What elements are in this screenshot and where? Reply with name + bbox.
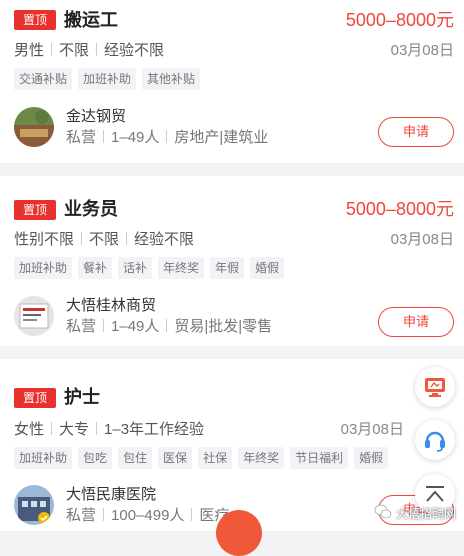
education-req: 不限 [89,231,120,248]
company-industry: 贸易|批发|零售 [174,318,273,335]
benefit-tag: 餐补 [78,257,113,279]
education-req: 大专 [59,421,90,438]
company-type: 私营 [66,507,97,524]
company-name: 大悟民康医院 [66,486,157,503]
benefit-tags: 加班补助 餐补 话补 年终奖 年假 婚假 [14,257,285,279]
job-card[interactable]: 置顶 搬运工 5000–8000元 男性 不限 经验不限 03月08日 交通补贴 加… [0,0,464,163]
benefit-tag: 社保 [198,447,233,469]
job-requirements: 性别不限 不限 经验不限 [14,230,194,250]
wechat-icon [374,504,392,523]
company-size: 1–49人 [111,318,160,335]
benefit-tag: 婚假 [250,257,285,279]
company-info: 私营 1–49人 贸易|批发|零售 [66,317,272,337]
job-card[interactable]: 置顶 业务员 5000–8000元 性别不限 不限 经验不限 03月08日 加班补助… [0,176,464,346]
experience-req: 经验不限 [134,231,195,248]
apply-button[interactable]: 申请 [378,307,454,337]
post-date: 03月08日 [390,231,454,248]
education-req: 不限 [59,42,90,59]
salary: 5000–8000元 [345,199,454,219]
benefit-tag: 加班补助 [78,68,137,90]
company-size: 100–499人 [111,507,185,524]
company-industry: 房地产|建筑业 [174,129,269,146]
company-logo [14,296,54,336]
gender-req: 性别不限 [14,231,75,248]
computer-service-icon[interactable] [415,367,455,407]
benefit-tags: 加班补助 包吃 包住 医保 社保 年终奖 节日福利 婚假 [14,447,389,469]
benefit-tag: 加班补助 [14,447,73,469]
post-date: 03月08日 [340,421,404,438]
benefit-tags: 交通补贴 加班补助 其他补贴 [14,68,201,90]
gender-req: 男性 [14,42,45,59]
post-date: 03月08日 [390,42,454,59]
job-requirements: 男性 不限 经验不限 [14,41,164,61]
experience-req: 经验不限 [104,42,165,59]
company-type: 私营 [66,318,97,335]
benefit-tag: 交通补贴 [14,68,73,90]
experience-req: 1–3年工作经验 [104,421,205,438]
watermark-text: 大悟招聘网 [395,507,456,521]
publish-button[interactable] [216,510,262,556]
top-badge: 置顶 [14,10,56,30]
benefit-tag: 包吃 [78,447,113,469]
headset-icon[interactable] [415,420,455,460]
company-type: 私营 [66,129,97,146]
benefit-tag: 加班补助 [14,257,73,279]
job-title: 护士 [64,387,100,407]
benefit-tag: 婚假 [354,447,389,469]
gender-req: 女性 [14,421,45,438]
job-title: 搬运工 [64,10,118,30]
company-name: 金达钢贸 [66,108,127,125]
company-name: 大悟桂林商贸 [66,297,157,314]
benefit-tag: 其他补贴 [142,68,201,90]
benefit-tag: 话补 [118,257,153,279]
top-badge: 置顶 [14,388,56,408]
benefit-tag: 节日福利 [290,447,349,469]
benefit-tag: 年终奖 [238,447,285,469]
salary: 5000–8000元 [345,10,454,30]
apply-button[interactable]: 申请 [378,117,454,147]
company-logo [14,107,54,147]
benefit-tag: 医保 [158,447,193,469]
job-requirements: 女性 大专 1–3年工作经验 [14,420,204,440]
watermark: 大悟招聘网 [374,504,456,523]
company-info: 私营 100–499人 医疗 [66,506,229,526]
company-info: 私营 1–49人 房地产|建筑业 [66,128,268,148]
benefit-tag: 包住 [118,447,153,469]
company-logo [14,485,54,525]
job-title: 业务员 [64,199,118,219]
benefit-tag: 年终奖 [158,257,205,279]
company-size: 1–49人 [111,129,160,146]
top-badge: 置顶 [14,200,56,220]
benefit-tag: 年假 [210,257,245,279]
